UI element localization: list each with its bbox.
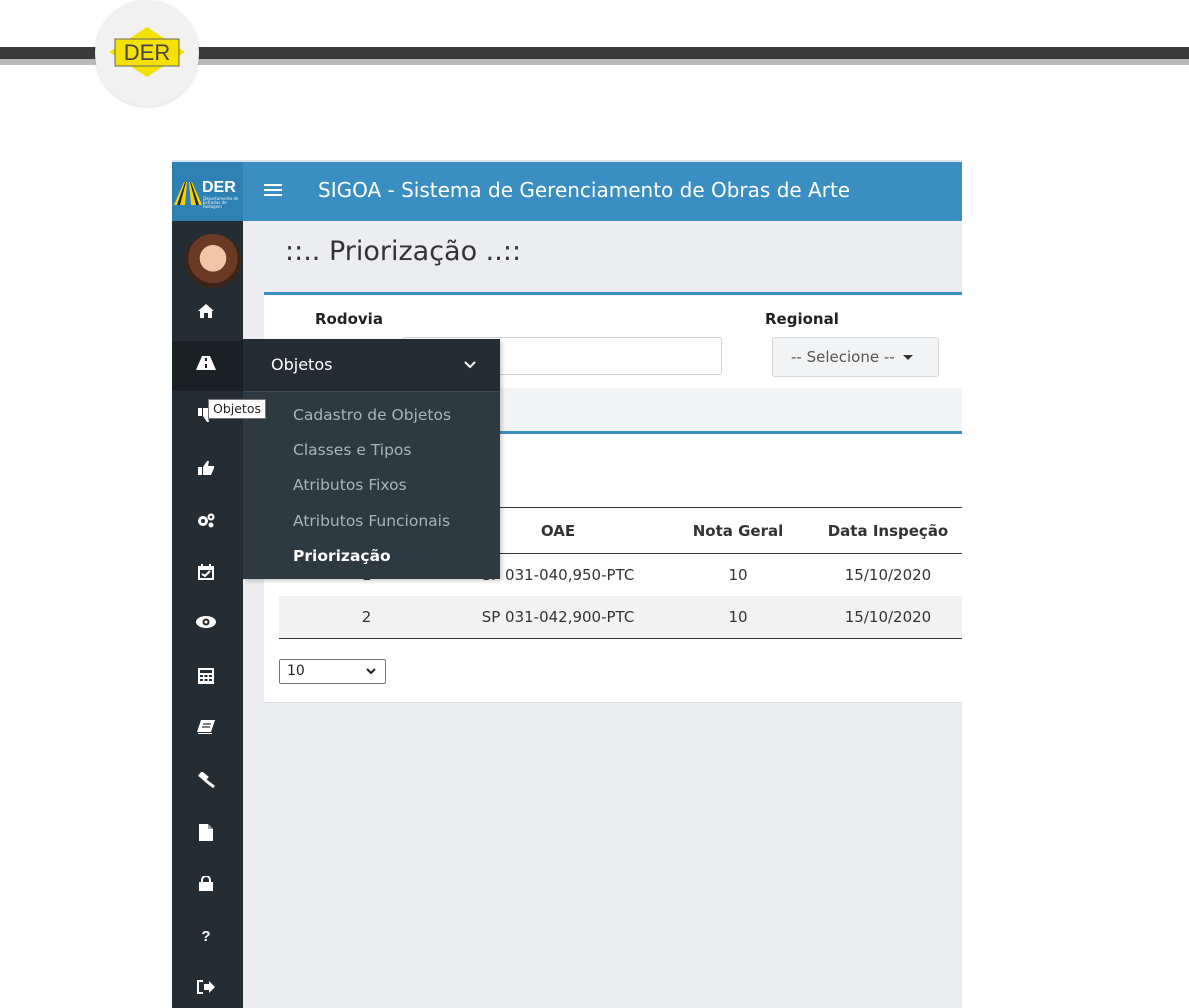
thumbs-up-icon[interactable] (194, 456, 218, 480)
column-header-data[interactable]: Data Inspeção (814, 507, 962, 554)
brand-name: DER (202, 179, 236, 196)
road-icon[interactable] (194, 352, 218, 376)
cell-oae: SP 031-042,900-PTC (454, 596, 662, 639)
brand-subtitle: Departamento de Estradas de Rodagem (203, 196, 239, 209)
flyout-header[interactable]: Objetos (243, 339, 500, 392)
der-logo: DER (95, 0, 199, 106)
eye-icon[interactable] (194, 612, 218, 636)
regional-label: Regional (765, 310, 839, 328)
tooltip: Objetos (208, 399, 266, 419)
menu-item-atributos-fixos[interactable]: Atributos Fixos (293, 476, 407, 494)
sign-out-icon[interactable] (194, 976, 218, 1000)
file-icon[interactable] (194, 820, 218, 844)
calculator-icon[interactable] (194, 664, 218, 688)
road-logo-icon (174, 182, 202, 205)
column-header-nota[interactable]: Nota Geral (662, 507, 814, 554)
calendar-check-icon[interactable] (194, 560, 218, 584)
top-bar: DER Departamento de Estradas de Rodagem … (172, 160, 962, 223)
menu-item-atributos-funcionais[interactable]: Atributos Funcionais (293, 512, 450, 530)
menu-toggle-icon[interactable] (264, 184, 282, 198)
page-size-select[interactable]: 10 (279, 659, 386, 684)
caret-down-icon (903, 355, 914, 360)
table-row[interactable]: 2 SP 031-042,900-PTC 10 15/10/2020 (279, 596, 962, 639)
sidebar: ? (172, 221, 243, 1008)
cell-data: 15/10/2020 (814, 596, 962, 639)
chevron-down-icon (464, 361, 476, 369)
page-size-value: 10 (287, 663, 305, 679)
flyout-title: Objetos (271, 355, 333, 374)
lock-icon[interactable] (194, 872, 218, 896)
app-title: SIGOA - Sistema de Gerenciamento de Obra… (318, 178, 851, 202)
cell-nota: 10 (728, 566, 748, 584)
cell-nota: 10 (662, 596, 814, 639)
book-icon[interactable] (194, 716, 218, 740)
question-icon[interactable]: ? (194, 924, 218, 948)
home-icon[interactable] (194, 300, 218, 324)
avatar[interactable] (185, 234, 241, 288)
cell-num: 2 (279, 596, 454, 639)
cell-data: 15/10/2020 (844, 566, 932, 584)
menu-item-priorizacao[interactable]: Priorização (293, 547, 391, 565)
app-window: DER Departamento de Estradas de Rodagem … (172, 160, 962, 1008)
rodovia-label: Rodovia (315, 310, 383, 328)
page-title: ::.. Priorização ..:: (285, 236, 522, 267)
brand-logo[interactable]: DER Departamento de Estradas de Rodagem (172, 162, 243, 223)
menu-item-classes-e-tipos[interactable]: Classes e Tipos (293, 441, 411, 459)
regional-select[interactable]: -- Selecione -- (772, 337, 939, 377)
gears-icon[interactable] (194, 508, 218, 532)
objetos-flyout-menu: Objetos Cadastro de Objetos Classes e Ti… (243, 339, 500, 579)
der-logo-text: DER (124, 40, 170, 65)
chevron-down-icon (366, 668, 376, 675)
gavel-icon[interactable] (194, 768, 218, 792)
regional-select-value: -- Selecione -- (791, 348, 895, 366)
menu-item-cadastro-de-objetos[interactable]: Cadastro de Objetos (293, 406, 451, 424)
